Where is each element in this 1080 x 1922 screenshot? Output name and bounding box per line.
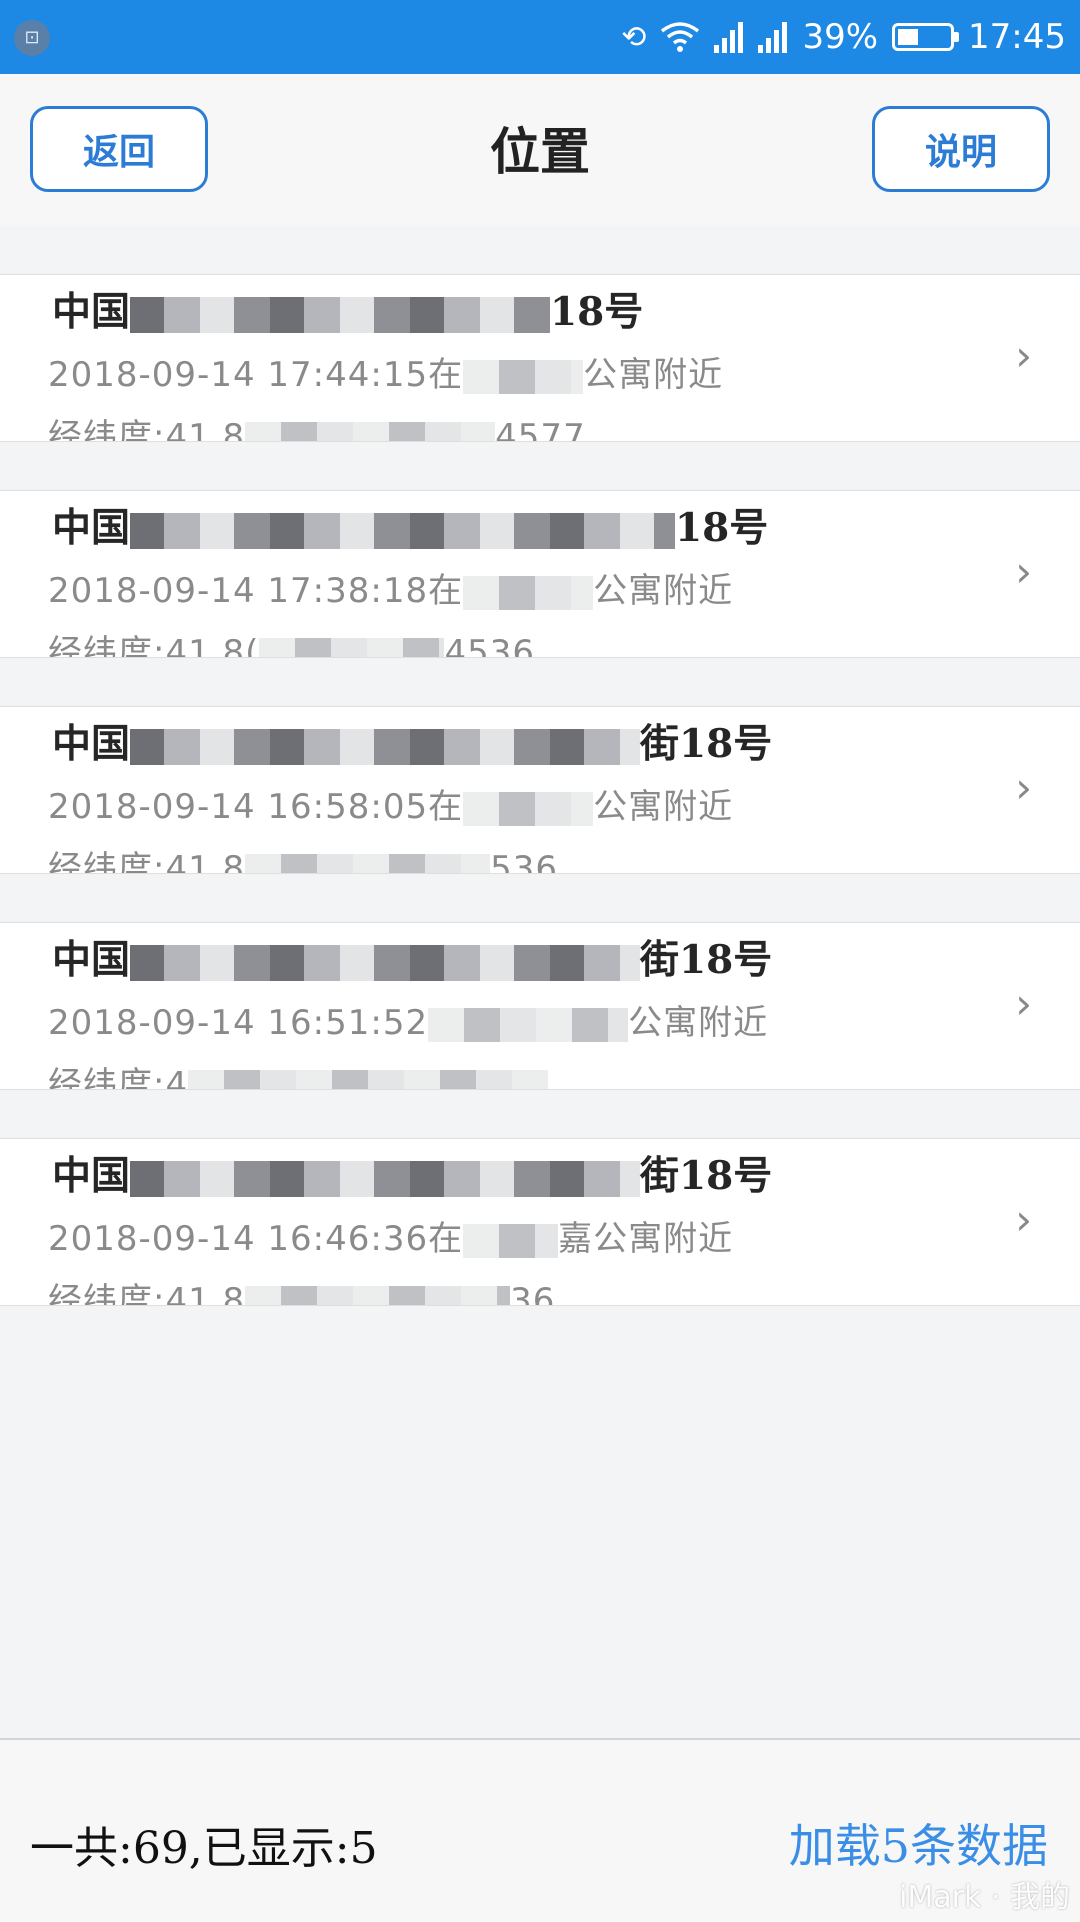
time-line: 2018-09-14 16:46:36在 嘉公寓附近 bbox=[48, 1211, 733, 1260]
chevron-right-icon: › bbox=[1015, 1195, 1032, 1244]
nearby-text: 公寓附近 bbox=[583, 355, 724, 395]
redaction-mosaic bbox=[428, 1007, 629, 1042]
chevron-right-icon: › bbox=[1015, 763, 1032, 812]
timestamp: 2018-09-14 17:44:15在 bbox=[48, 355, 464, 395]
list-item[interactable]: 中国 18号 2018-09-14 17:44:15在 公寓附近 经纬度:41.8 4… bbox=[0, 274, 1080, 442]
coordinate-prefix: 经纬度:41.8 bbox=[48, 849, 246, 874]
address-line: 中国 18号 bbox=[52, 497, 768, 553]
redaction-mosaic bbox=[463, 791, 594, 826]
list-item[interactable]: 中国 街18号 2018-09-14 16:46:36在 嘉公寓附近 经纬度:41.… bbox=[0, 1138, 1080, 1306]
footer-bar: 一共:69,已显示:5 加载5条数据 iMark · 我的 bbox=[0, 1738, 1080, 1922]
watermark: iMark · 我的 bbox=[899, 1880, 1070, 1915]
redaction-mosaic bbox=[245, 1285, 511, 1305]
redaction-mosaic bbox=[259, 637, 445, 657]
coordinate-suffix: 4577 bbox=[495, 417, 586, 442]
status-icons: ⟲ 39% 17:45 bbox=[621, 0, 1066, 74]
load-more-button[interactable]: 加载5条数据 bbox=[789, 1810, 1048, 1876]
time-line: 2018-09-14 16:58:05在 公寓附近 bbox=[48, 779, 733, 828]
redaction-mosaic bbox=[130, 1161, 641, 1197]
timestamp: 2018-09-14 17:38:18在 bbox=[48, 571, 464, 611]
help-button[interactable]: 说明 bbox=[872, 106, 1050, 192]
battery-icon bbox=[892, 23, 960, 51]
nearby-text: 公寓附近 bbox=[593, 787, 734, 827]
chevron-right-icon: › bbox=[1015, 979, 1032, 1028]
coordinate-suffix: 36 bbox=[510, 1281, 556, 1306]
redaction-mosaic bbox=[463, 359, 584, 394]
time-line: 2018-09-14 16:51:52 公寓附近 bbox=[48, 995, 768, 1044]
coordinate-line: 经纬度:4 bbox=[48, 1057, 549, 1090]
address-prefix: 中国 bbox=[52, 937, 131, 983]
timestamp: 2018-09-14 16:58:05在 bbox=[48, 787, 464, 827]
address-prefix: 中国 bbox=[52, 1153, 131, 1199]
redaction-mosaic bbox=[463, 575, 594, 610]
redaction-mosaic bbox=[245, 853, 491, 873]
timestamp: 2018-09-14 16:51:52 bbox=[48, 1003, 429, 1043]
nearby-text: 嘉公寓附近 bbox=[558, 1219, 734, 1259]
chevron-right-icon: › bbox=[1015, 331, 1032, 380]
redaction-mosaic bbox=[188, 1069, 549, 1089]
address-suffix: 街18号 bbox=[640, 937, 773, 983]
signal-icon bbox=[758, 22, 788, 53]
redaction-mosaic bbox=[245, 421, 496, 441]
timestamp: 2018-09-14 16:46:36在 bbox=[48, 1219, 464, 1259]
time-line: 2018-09-14 17:44:15在 公寓附近 bbox=[48, 347, 723, 396]
address-prefix: 中国 bbox=[52, 721, 131, 767]
list-item[interactable]: 中国 18号 2018-09-14 17:38:18在 公寓附近 经纬度:41.8(… bbox=[0, 490, 1080, 658]
redaction-mosaic bbox=[130, 513, 676, 549]
address-prefix: 中国 bbox=[52, 505, 131, 551]
rotate-icon: ⟲ bbox=[621, 19, 647, 55]
coordinate-line: 经纬度:41.8 536 bbox=[48, 841, 559, 874]
redaction-mosaic bbox=[130, 945, 641, 981]
wifi-icon bbox=[661, 22, 700, 52]
coordinate-prefix: 经纬度:4 bbox=[48, 1065, 189, 1090]
address-line: 中国 街18号 bbox=[52, 1145, 772, 1201]
nearby-text: 公寓附近 bbox=[593, 571, 734, 611]
chevron-right-icon: › bbox=[1015, 547, 1032, 596]
address-line: 中国 街18号 bbox=[52, 929, 772, 985]
address-suffix: 18号 bbox=[550, 289, 644, 335]
battery-percent: 39% bbox=[802, 17, 879, 57]
list-item[interactable]: 中国 街18号 2018-09-14 16:51:52 公寓附近 经纬度:4 › bbox=[0, 922, 1080, 1090]
clock: 17:45 bbox=[968, 17, 1066, 57]
battery-level bbox=[898, 29, 919, 45]
time-line: 2018-09-14 17:38:18在 公寓附近 bbox=[48, 563, 733, 612]
coordinate-prefix: 经纬度:41.8( bbox=[48, 633, 260, 658]
coordinate-prefix: 经纬度:41.8 bbox=[48, 1281, 246, 1306]
screenshot-icon: ⊡ bbox=[14, 20, 50, 56]
address-line: 中国 18号 bbox=[52, 281, 643, 337]
nearby-text: 公寓附近 bbox=[628, 1003, 769, 1043]
redaction-mosaic bbox=[130, 729, 641, 765]
coordinate-suffix: 536 bbox=[490, 849, 559, 874]
redaction-mosaic bbox=[463, 1223, 559, 1258]
location-list: 中国 18号 2018-09-14 17:44:15在 公寓附近 经纬度:41.8 4… bbox=[0, 226, 1080, 1306]
address-line: 中国 街18号 bbox=[52, 713, 772, 769]
coordinate-prefix: 经纬度:41.8 bbox=[48, 417, 246, 442]
coordinate-line: 经纬度:41.8 4577 bbox=[48, 409, 586, 442]
status-bar: ⊡ ⟲ 39% 17:45 bbox=[0, 0, 1080, 74]
nav-bar: 返回 位置 说明 bbox=[0, 74, 1080, 226]
list-item[interactable]: 中国 街18号 2018-09-14 16:58:05在 公寓附近 经纬度:41.8… bbox=[0, 706, 1080, 874]
address-suffix: 街18号 bbox=[640, 1153, 773, 1199]
coordinate-line: 经纬度:41.8 36 bbox=[48, 1273, 556, 1306]
record-count: 一共:69,已显示:5 bbox=[30, 1823, 378, 1874]
coordinate-suffix: 4536 bbox=[444, 633, 535, 658]
address-suffix: 18号 bbox=[675, 505, 769, 551]
coordinate-line: 经纬度:41.8( 4536 bbox=[48, 625, 535, 658]
redaction-mosaic bbox=[130, 297, 551, 333]
address-prefix: 中国 bbox=[52, 289, 131, 335]
address-suffix: 街18号 bbox=[640, 721, 773, 767]
signal-icon bbox=[714, 22, 744, 53]
